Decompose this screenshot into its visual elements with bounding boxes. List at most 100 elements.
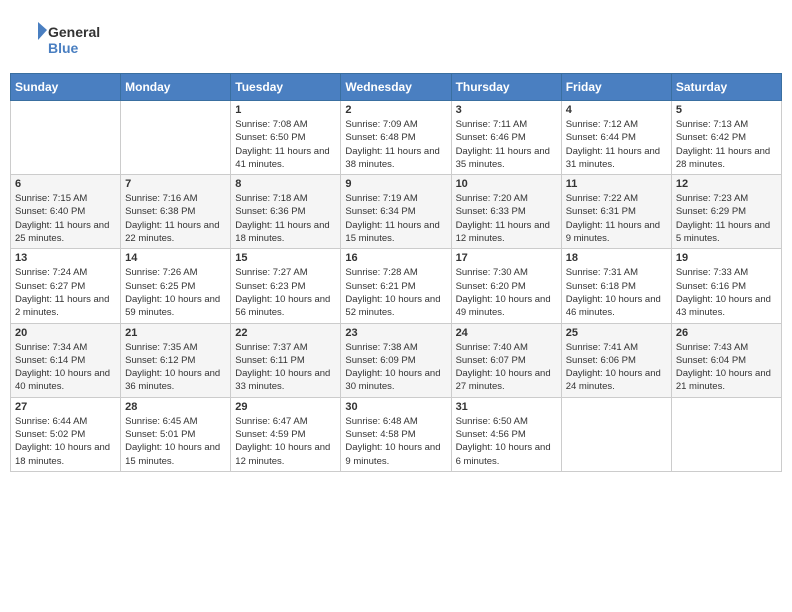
day-number: 28 (125, 401, 226, 413)
day-info: Sunrise: 7:30 AM Sunset: 6:20 PM Dayligh… (456, 266, 557, 319)
calendar-table: SundayMondayTuesdayWednesdayThursdayFrid… (10, 73, 782, 472)
calendar-cell: 5 Sunrise: 7:13 AM Sunset: 6:42 PM Daylig… (671, 101, 781, 175)
day-number: 5 (676, 104, 777, 116)
day-info: Sunrise: 7:34 AM Sunset: 6:14 PM Dayligh… (15, 341, 116, 394)
day-info: Sunrise: 7:31 AM Sunset: 6:18 PM Dayligh… (566, 266, 667, 319)
day-info: Sunrise: 7:18 AM Sunset: 6:36 PM Dayligh… (235, 192, 336, 245)
calendar-cell: 25 Sunrise: 7:41 AM Sunset: 6:06 PM Dayli… (561, 323, 671, 397)
day-number: 19 (676, 252, 777, 264)
calendar-cell: 17Sunrise: 7:30 AM Sunset: 6:20 PM Dayli… (451, 249, 561, 323)
day-header-monday: Monday (121, 74, 231, 101)
calendar-cell: 28 Sunrise: 6:45 AM Sunset: 5:01 PM Dayli… (121, 397, 231, 471)
day-header-wednesday: Wednesday (341, 74, 451, 101)
svg-text:General: General (48, 24, 100, 40)
calendar-week-4: 20 Sunrise: 7:34 AM Sunset: 6:14 PM Dayli… (11, 323, 782, 397)
calendar-header-row: SundayMondayTuesdayWednesdayThursdayFrid… (11, 74, 782, 101)
day-number: 18 (566, 252, 667, 264)
calendar-cell: 31Sunrise: 6:50 AM Sunset: 4:56 PM Dayli… (451, 397, 561, 471)
day-number: 3 (456, 104, 557, 116)
day-number: 27 (15, 401, 116, 413)
day-number: 22 (235, 327, 336, 339)
calendar-cell (671, 397, 781, 471)
day-info: Sunrise: 6:45 AM Sunset: 5:01 PM Dayligh… (125, 415, 226, 468)
day-number: 25 (566, 327, 667, 339)
day-info: Sunrise: 7:09 AM Sunset: 6:48 PM Dayligh… (345, 118, 446, 171)
calendar-cell: 2 Sunrise: 7:09 AM Sunset: 6:48 PM Daylig… (341, 101, 451, 175)
day-info: Sunrise: 7:19 AM Sunset: 6:34 PM Dayligh… (345, 192, 446, 245)
calendar-cell: 30 Sunrise: 6:48 AM Sunset: 4:58 PM Dayli… (341, 397, 451, 471)
day-header-sunday: Sunday (11, 74, 121, 101)
day-info: Sunrise: 6:48 AM Sunset: 4:58 PM Dayligh… (345, 415, 446, 468)
day-header-thursday: Thursday (451, 74, 561, 101)
day-number: 21 (125, 327, 226, 339)
day-info: Sunrise: 7:43 AM Sunset: 6:04 PM Dayligh… (676, 341, 777, 394)
day-number: 7 (125, 178, 226, 190)
day-info: Sunrise: 7:16 AM Sunset: 6:38 PM Dayligh… (125, 192, 226, 245)
day-number: 15 (235, 252, 336, 264)
calendar-cell: 8 Sunrise: 7:18 AM Sunset: 6:36 PM Daylig… (231, 175, 341, 249)
calendar-cell: 14 Sunrise: 7:26 AM Sunset: 6:25 PM Dayli… (121, 249, 231, 323)
calendar-cell: 21Sunrise: 7:35 AM Sunset: 6:12 PM Dayli… (121, 323, 231, 397)
calendar-cell: 11 Sunrise: 7:22 AM Sunset: 6:31 PM Dayli… (561, 175, 671, 249)
day-info: Sunrise: 7:26 AM Sunset: 6:25 PM Dayligh… (125, 266, 226, 319)
calendar-cell: 12 Sunrise: 7:23 AM Sunset: 6:29 PM Dayli… (671, 175, 781, 249)
day-info: Sunrise: 7:12 AM Sunset: 6:44 PM Dayligh… (566, 118, 667, 171)
calendar-week-2: 6 Sunrise: 7:15 AM Sunset: 6:40 PM Daylig… (11, 175, 782, 249)
day-info: Sunrise: 6:44 AM Sunset: 5:02 PM Dayligh… (15, 415, 116, 468)
day-number: 14 (125, 252, 226, 264)
calendar-cell: 20 Sunrise: 7:34 AM Sunset: 6:14 PM Dayli… (11, 323, 121, 397)
day-info: Sunrise: 7:33 AM Sunset: 6:16 PM Dayligh… (676, 266, 777, 319)
day-info: Sunrise: 7:37 AM Sunset: 6:11 PM Dayligh… (235, 341, 336, 394)
day-info: Sunrise: 7:27 AM Sunset: 6:23 PM Dayligh… (235, 266, 336, 319)
day-number: 31 (456, 401, 557, 413)
calendar-week-1: 1 Sunrise: 7:08 AM Sunset: 6:50 PM Daylig… (11, 101, 782, 175)
day-number: 4 (566, 104, 667, 116)
day-info: Sunrise: 7:24 AM Sunset: 6:27 PM Dayligh… (15, 266, 116, 319)
day-number: 2 (345, 104, 446, 116)
calendar-cell: 23Sunrise: 7:38 AM Sunset: 6:09 PM Dayli… (341, 323, 451, 397)
day-number: 11 (566, 178, 667, 190)
day-number: 16 (345, 252, 446, 264)
logo: GeneralBlue (20, 20, 100, 60)
day-header-friday: Friday (561, 74, 671, 101)
day-info: Sunrise: 7:11 AM Sunset: 6:46 PM Dayligh… (456, 118, 557, 171)
day-info: Sunrise: 7:22 AM Sunset: 6:31 PM Dayligh… (566, 192, 667, 245)
calendar-cell: 24Sunrise: 7:40 AM Sunset: 6:07 PM Dayli… (451, 323, 561, 397)
day-number: 26 (676, 327, 777, 339)
day-number: 1 (235, 104, 336, 116)
day-info: Sunrise: 7:41 AM Sunset: 6:06 PM Dayligh… (566, 341, 667, 394)
day-info: Sunrise: 6:47 AM Sunset: 4:59 PM Dayligh… (235, 415, 336, 468)
calendar-cell: 27 Sunrise: 6:44 AM Sunset: 5:02 PM Dayli… (11, 397, 121, 471)
day-number: 24 (456, 327, 557, 339)
calendar-cell: 13 Sunrise: 7:24 AM Sunset: 6:27 PM Dayli… (11, 249, 121, 323)
day-info: Sunrise: 7:38 AM Sunset: 6:09 PM Dayligh… (345, 341, 446, 394)
day-info: Sunrise: 7:20 AM Sunset: 6:33 PM Dayligh… (456, 192, 557, 245)
day-header-tuesday: Tuesday (231, 74, 341, 101)
calendar-cell: 19 Sunrise: 7:33 AM Sunset: 6:16 PM Dayli… (671, 249, 781, 323)
day-info: Sunrise: 7:13 AM Sunset: 6:42 PM Dayligh… (676, 118, 777, 171)
svg-text:Blue: Blue (48, 40, 79, 56)
calendar-cell: 26 Sunrise: 7:43 AM Sunset: 6:04 PM Dayli… (671, 323, 781, 397)
day-info: Sunrise: 7:08 AM Sunset: 6:50 PM Dayligh… (235, 118, 336, 171)
day-number: 12 (676, 178, 777, 190)
logo-icon: GeneralBlue (20, 20, 100, 60)
calendar-cell: 15 Sunrise: 7:27 AM Sunset: 6:23 PM Dayli… (231, 249, 341, 323)
day-info: Sunrise: 7:28 AM Sunset: 6:21 PM Dayligh… (345, 266, 446, 319)
day-number: 30 (345, 401, 446, 413)
page-header: GeneralBlue (10, 10, 782, 65)
calendar-week-5: 27 Sunrise: 6:44 AM Sunset: 5:02 PM Dayli… (11, 397, 782, 471)
day-number: 6 (15, 178, 116, 190)
calendar-cell: 16 Sunrise: 7:28 AM Sunset: 6:21 PM Dayli… (341, 249, 451, 323)
day-number: 8 (235, 178, 336, 190)
calendar-cell: 3 Sunrise: 7:11 AM Sunset: 6:46 PM Daylig… (451, 101, 561, 175)
day-info: Sunrise: 7:23 AM Sunset: 6:29 PM Dayligh… (676, 192, 777, 245)
day-info: Sunrise: 7:15 AM Sunset: 6:40 PM Dayligh… (15, 192, 116, 245)
calendar-cell: 22 Sunrise: 7:37 AM Sunset: 6:11 PM Dayli… (231, 323, 341, 397)
calendar-cell (11, 101, 121, 175)
calendar-cell: 4 Sunrise: 7:12 AM Sunset: 6:44 PM Daylig… (561, 101, 671, 175)
day-number: 13 (15, 252, 116, 264)
calendar-cell: 10Sunrise: 7:20 AM Sunset: 6:33 PM Dayli… (451, 175, 561, 249)
day-number: 20 (15, 327, 116, 339)
calendar-cell: 29Sunrise: 6:47 AM Sunset: 4:59 PM Dayli… (231, 397, 341, 471)
calendar-cell: 9Sunrise: 7:19 AM Sunset: 6:34 PM Daylig… (341, 175, 451, 249)
